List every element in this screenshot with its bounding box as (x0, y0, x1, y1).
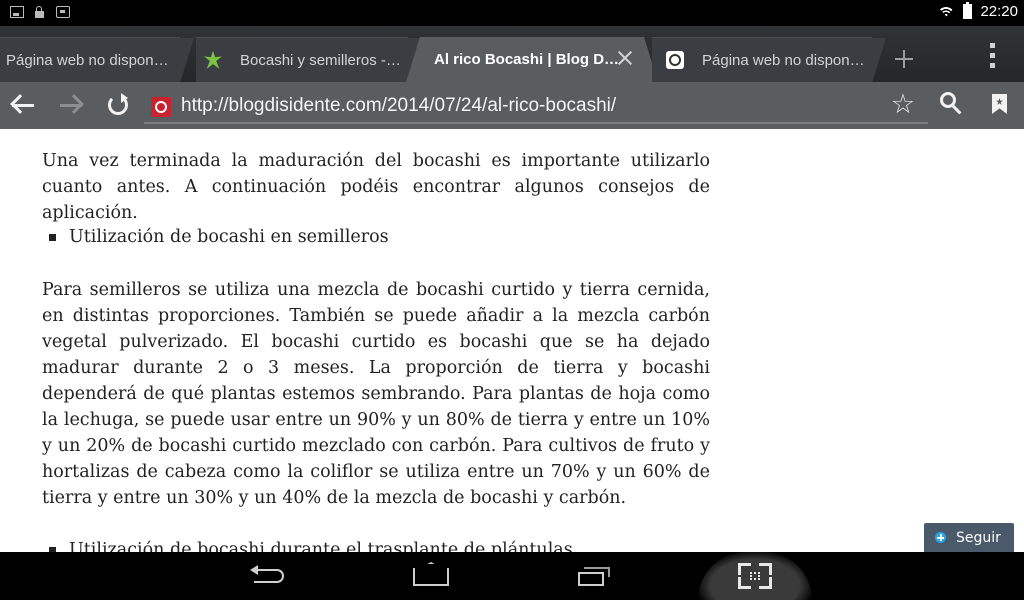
follow-button[interactable]: Seguir (924, 523, 1014, 552)
bullet-icon (49, 233, 56, 241)
new-tab-plus-icon[interactable] (886, 37, 922, 82)
back-button[interactable] (0, 82, 46, 129)
system-nav-bar (0, 552, 1024, 600)
site-favicon-icon (151, 97, 171, 117)
recent-apps-icon (578, 567, 610, 586)
tab-title: Al rico Bocashi | Blog D… (434, 51, 620, 68)
forward-button[interactable] (48, 82, 94, 129)
bookmarks-icon[interactable] (992, 94, 1007, 114)
status-bar: 22:20 (0, 0, 1024, 26)
list-item-text: Utilización de bocashi durante el traspl… (69, 540, 573, 552)
tab-al-rico-bocashi[interactable]: Al rico Bocashi | Blog D… (406, 37, 658, 82)
body-paragraph: Para semilleros se utiliza una mezcla de… (42, 280, 710, 508)
green-leaf-icon (204, 51, 222, 69)
list-item: Utilización de bocashi durante el traspl… (42, 537, 573, 552)
url-text[interactable]: http://blogdisidente.com/2014/07/24/al-r… (181, 95, 616, 117)
back-nav-icon (250, 565, 284, 583)
status-clock: 22:20 (980, 3, 1018, 20)
list-item: Utilización de bocashi en semilleros (42, 224, 389, 250)
back-arrow-icon (12, 104, 34, 107)
bag-icon (56, 6, 70, 18)
close-icon[interactable] (616, 49, 634, 67)
nav-home-button[interactable] (396, 552, 466, 600)
nav-back-button[interactable] (234, 552, 304, 600)
intro-paragraph: Una vez terminada la maduración del boca… (42, 151, 710, 223)
list-item-text: Utilización de bocashi en semilleros (69, 227, 389, 247)
tab-pagina-web-2[interactable]: Página web no dispon… (652, 37, 886, 83)
star-icon[interactable]: ☆ (889, 91, 917, 119)
browser-toolbar: http://blogdisidente.com/2014/07/24/al-r… (0, 82, 1024, 129)
status-right: 22:20 (937, 2, 1018, 20)
globe-icon (666, 51, 684, 69)
plus-circle-icon (935, 532, 946, 543)
home-nav-icon (413, 568, 449, 586)
page-content: Una vez terminada la maduración del boca… (0, 129, 1024, 552)
tab-title: Página web no dispon… (702, 51, 865, 69)
picture-icon (10, 6, 24, 18)
lock-icon (33, 6, 47, 18)
search-icon[interactable] (940, 92, 964, 116)
url-bar[interactable]: http://blogdisidente.com/2014/07/24/al-r… (144, 90, 928, 124)
status-left-icons (10, 6, 70, 18)
tab-title: Bocashi y semilleros -… (240, 51, 401, 69)
tab-title: Página web no dispon… (6, 51, 169, 69)
reload-button[interactable] (96, 82, 142, 129)
fullscreen-button[interactable] (698, 552, 812, 600)
nav-recent-apps-button[interactable] (558, 552, 628, 600)
forward-arrow-icon (60, 104, 82, 107)
overflow-menu-icon[interactable] (982, 42, 1002, 70)
battery-icon (963, 2, 973, 19)
wifi-icon (937, 5, 955, 19)
tab-strip: Página web no dispon… Bocashi y semiller… (0, 26, 1024, 83)
tab-bocashi-semilleros[interactable]: Bocashi y semilleros -… (196, 37, 422, 83)
tab-pagina-web-1[interactable]: Página web no dispon… (0, 37, 194, 83)
fullscreen-icon (738, 563, 772, 589)
reload-icon (108, 93, 128, 115)
follow-label: Seguir (956, 529, 1001, 546)
